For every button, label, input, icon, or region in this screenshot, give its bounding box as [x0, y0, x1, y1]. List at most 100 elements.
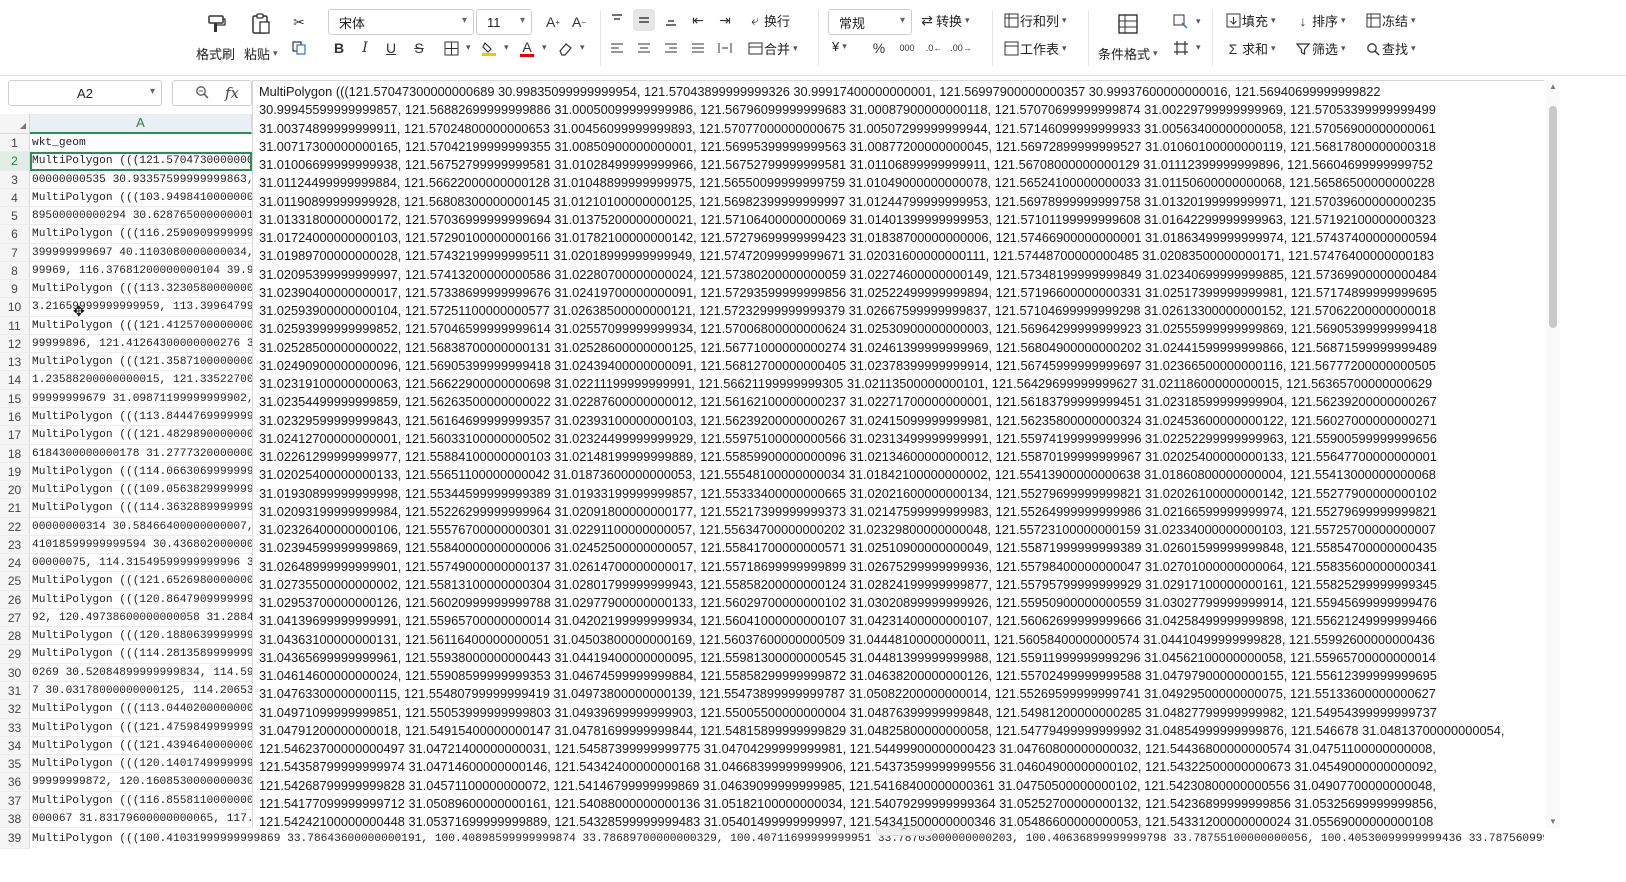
cell[interactable]: MultiPolygon (((114.06630699999999 [30, 463, 252, 482]
cell[interactable]: 00000000314 30.58466400000000007, 1 [30, 518, 252, 536]
select-all-corner[interactable]: ◢ [0, 114, 30, 134]
conditional-format-button[interactable]: 条件格式 ▾ [1098, 10, 1158, 63]
cell[interactable]: MultiPolygon (((121.57047300000000689 [30, 152, 252, 171]
cell[interactable]: MultiPolygon (((100.41031999999999869 33… [32, 829, 1544, 849]
cell[interactable]: 00000075, 114.31549599999999996 30.5 [30, 554, 252, 573]
cell[interactable]: MultiPolygon (((114.36328899999999 [30, 499, 252, 518]
align-left-icon[interactable] [606, 37, 628, 59]
percent-icon[interactable]: % [868, 37, 890, 59]
formula-input[interactable]: MultiPolygon (((121.57047300000000689 30… [252, 80, 1544, 828]
cell[interactable]: 399999999697 40.1103080000000034, 1 [30, 244, 252, 262]
cell[interactable]: MultiPolygon (((121.35871000000000 [30, 353, 252, 372]
row-header[interactable]: 36 [0, 773, 30, 792]
find-button[interactable]: 查找 ▾ [1364, 39, 1416, 58]
cell[interactable]: 99969, 116.37681200000000104 39.9 [30, 262, 252, 281]
cell[interactable]: 6184300000000178 31.27773200000000 [30, 445, 252, 463]
font-size-select[interactable]: 11 ▾ [476, 9, 532, 35]
cell-style-icon[interactable] [1170, 11, 1192, 33]
row-header[interactable]: 7 [0, 243, 30, 262]
format-painter-button[interactable]: 格式刷 [196, 10, 235, 63]
cell[interactable]: 00000000535 30.93357599999999863, 1 [30, 171, 252, 189]
sort-button[interactable]: ↓ 排序 ▾ [1294, 11, 1346, 30]
row-header[interactable]: 5 [0, 207, 30, 226]
distributed-align-icon[interactable] [714, 37, 736, 59]
justify-icon[interactable] [687, 37, 709, 59]
decrease-indent-icon[interactable]: ⇤ [687, 9, 709, 31]
cell[interactable]: MultiPolygon (((121.47598499999999 [30, 719, 252, 737]
row-header[interactable]: 25 [0, 572, 30, 591]
bold-icon[interactable]: B [328, 37, 350, 59]
row-header[interactable]: 23 [0, 535, 30, 555]
underline-icon[interactable]: U [380, 37, 402, 59]
row-header[interactable]: 27 [0, 608, 30, 628]
row-header[interactable]: 14 [0, 371, 30, 390]
scroll-down-icon[interactable]: ▼ [1549, 817, 1557, 826]
number-format-select[interactable]: 常规 ▾ [828, 9, 912, 35]
row-header[interactable]: 3 [0, 170, 30, 189]
row-header[interactable]: 16 [0, 407, 30, 427]
row-header[interactable]: 15 [0, 389, 30, 408]
font-name-select[interactable]: 宋体 ▾ [328, 9, 474, 35]
convert-button[interactable]: ⇄ 转换 ▾ [918, 11, 969, 30]
thousands-separator-icon[interactable]: 000 [896, 37, 918, 59]
cell-border-icon[interactable] [1170, 37, 1192, 59]
row-header[interactable]: 18 [0, 444, 30, 463]
row-header[interactable]: 12 [0, 334, 30, 354]
row-header[interactable]: 26 [0, 590, 30, 609]
cell[interactable]: 99999999679 31.09871199999999902, 1 [30, 390, 252, 408]
fill-color-icon[interactable] [478, 37, 500, 59]
align-center-icon[interactable] [633, 37, 655, 59]
row-header[interactable]: 24 [0, 554, 30, 573]
row-header[interactable]: 28 [0, 627, 30, 646]
collapse-formula-bar-handle[interactable]: ⌃ [876, 826, 932, 836]
cell[interactable]: MultiPolygon (((113.04402000000000 [30, 700, 252, 719]
copy-icon[interactable] [288, 37, 310, 59]
cell[interactable]: 1.23588200000000015, 121.3352270000 [30, 371, 252, 390]
cell[interactable]: 7 30.03178000000000125, 114.206537 [30, 682, 252, 701]
cell[interactable]: 89500000000294 30.62876500000000133 [30, 207, 252, 226]
cell[interactable]: MultiPolygon (((116.25909099999999 [30, 225, 252, 244]
align-top-icon[interactable] [606, 9, 628, 31]
rows-cols-button[interactable]: 行和列 ▾ [1002, 11, 1067, 30]
zoom-icon[interactable] [195, 85, 209, 102]
row-header[interactable]: 10 [0, 298, 30, 317]
row-header[interactable]: 13 [0, 353, 30, 372]
cell[interactable]: MultiPolygon (((121.41257000000000 [30, 317, 252, 335]
increase-font-icon[interactable]: A + [542, 11, 564, 33]
row-header[interactable]: 33 [0, 718, 30, 737]
increase-decimal-icon[interactable]: .0← [923, 37, 945, 59]
cell[interactable]: MultiPolygon (((120.86479099999999 [30, 591, 252, 609]
cell[interactable]: 000067 31.83179600000000065, 117.2 [30, 810, 252, 829]
row-header[interactable]: 8 [0, 261, 30, 281]
cell[interactable]: MultiPolygon (((109.05638299999999 [30, 481, 252, 500]
cell[interactable]: 41018599999999594 30.43680200000000 [30, 536, 252, 555]
cell[interactable]: MultiPolygon (((103.94984100000000 [30, 189, 252, 208]
row-header[interactable]: 21 [0, 499, 30, 518]
column-header-a[interactable]: A [30, 114, 252, 134]
row-header[interactable]: 30 [0, 663, 30, 682]
merge-button[interactable]: 合并 ▾ [746, 39, 798, 58]
decrease-decimal-icon[interactable]: .00→ [950, 37, 972, 59]
cell[interactable]: MultiPolygon (((113.32305800000000 [30, 280, 252, 299]
cell[interactable]: MultiPolygon (((116.85581100000000 [30, 792, 252, 810]
decrease-font-icon[interactable]: A − [568, 11, 590, 33]
wrap-text-button[interactable]: ⤶ 换行 [746, 11, 790, 30]
row-header[interactable]: 11 [0, 316, 30, 335]
currency-button[interactable]: ¥ ▾ [832, 39, 847, 54]
font-color-icon[interactable]: A [516, 37, 538, 59]
scissors-icon[interactable]: ✂ [288, 11, 310, 33]
cell[interactable]: MultiPolygon (((121.48298900000000 [30, 426, 252, 445]
italic-icon[interactable]: I [354, 37, 376, 59]
sum-button[interactable]: Σ 求和 ▾ [1224, 39, 1276, 58]
cell[interactable]: 92, 120.49738600000000058 31.28848 [30, 609, 252, 628]
eraser-icon[interactable] [554, 37, 576, 59]
row-header[interactable]: 31 [0, 681, 30, 701]
cell[interactable]: MultiPolygon (((121.65269800000000 [30, 572, 252, 591]
cell[interactable]: MultiPolygon (((113.84447699999999 [30, 408, 252, 427]
row-header[interactable]: 38 [0, 809, 30, 829]
row-header[interactable]: 37 [0, 791, 30, 810]
cell[interactable]: 0269 30.52084899999999834, 114.590 [30, 664, 252, 682]
cell[interactable]: MultiPolygon (((120.18806399999999 [30, 627, 252, 646]
row-header[interactable]: 29 [0, 645, 30, 664]
cell[interactable]: MultiPolygon (((121.43946400000000 [30, 737, 252, 756]
